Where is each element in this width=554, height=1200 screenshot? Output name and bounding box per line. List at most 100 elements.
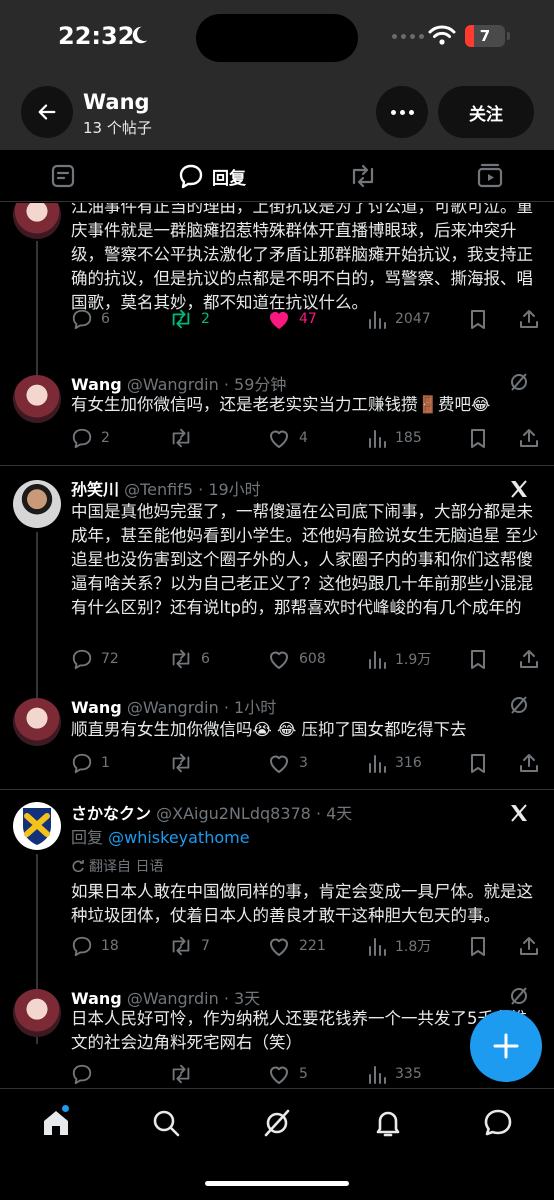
retweet-button[interactable]: [169, 427, 193, 449]
heart-icon: [270, 312, 288, 329]
author-name[interactable]: さかなクン: [71, 804, 151, 823]
share-button[interactable]: [518, 308, 540, 330]
tab-replies[interactable]: 回复: [178, 162, 246, 190]
share-button[interactable]: [518, 935, 540, 957]
share-button[interactable]: [518, 648, 540, 670]
author-name[interactable]: Wang: [71, 989, 122, 1008]
bookmark-button[interactable]: [468, 427, 488, 449]
bell-icon[interactable]: [372, 1107, 404, 1139]
tab-reposts[interactable]: [348, 162, 378, 190]
back-button[interactable]: [21, 86, 73, 138]
author-handle[interactable]: @Tenfif5: [124, 480, 193, 499]
avatar[interactable]: [13, 989, 61, 1037]
wifi-icon: [428, 25, 456, 45]
avatar[interactable]: [13, 802, 61, 850]
reply-button[interactable]: 1: [71, 752, 110, 774]
bookmark-button[interactable]: [468, 648, 488, 670]
tab-media[interactable]: [476, 162, 504, 190]
views-button[interactable]: 1.8万: [367, 935, 431, 957]
share-icon: [520, 429, 538, 447]
avatar[interactable]: [13, 480, 61, 528]
reply-icon: [72, 649, 92, 670]
view-count: 185: [395, 430, 422, 446]
view-count: 2047: [395, 311, 431, 327]
author-handle[interactable]: @Wangrdin: [127, 989, 219, 1008]
view-count: 335: [395, 1066, 422, 1082]
grok-icon[interactable]: [508, 694, 530, 716]
like-button[interactable]: 47: [267, 308, 317, 330]
heart-icon: [270, 938, 288, 956]
like-button[interactable]: 5: [267, 1063, 308, 1085]
retweet-count: 7: [201, 938, 210, 954]
views-button[interactable]: 1.9万: [367, 648, 431, 670]
home-notification-dot: [62, 1105, 69, 1112]
reply-button[interactable]: [71, 1063, 93, 1085]
follow-button[interactable]: 关注: [438, 86, 534, 138]
avatar[interactable]: [13, 375, 61, 423]
retweet-button[interactable]: 2: [169, 308, 210, 330]
avatar[interactable]: [13, 698, 61, 746]
author-handle[interactable]: @Wangrdin: [127, 375, 219, 394]
reply-button[interactable]: 6: [71, 308, 110, 330]
views-button[interactable]: 185: [367, 427, 422, 449]
like-button[interactable]: 221: [267, 935, 326, 957]
tweet-text: 顺直男有女生加你微信吗😭 😂 压抑了国女都吃得下去: [71, 720, 467, 739]
views-button[interactable]: 335: [367, 1063, 422, 1085]
author-name[interactable]: Wang: [71, 375, 122, 394]
retweet-icon: [172, 753, 190, 773]
more-button[interactable]: [376, 86, 428, 138]
grok-icon[interactable]: [508, 985, 530, 1007]
author-handle[interactable]: @Wangrdin: [127, 698, 219, 717]
grok-icon[interactable]: [508, 371, 530, 393]
message-icon[interactable]: [482, 1107, 514, 1139]
retweet-count: 6: [201, 651, 210, 667]
translation-note[interactable]: 翻译自 日语: [71, 856, 163, 876]
bookmark-button[interactable]: [468, 752, 488, 774]
tweet-text: 如果日本人敢在中国做同样的事，肯定会变成一具尸体。就是这种垃圾团体，仗着日本人的…: [71, 882, 533, 925]
author-handle[interactable]: @XAigu2NLdq8378: [156, 804, 311, 823]
avatar[interactable]: [13, 203, 61, 239]
like-button[interactable]: 608: [267, 648, 326, 670]
views-icon: [369, 1066, 386, 1084]
tweet-meta: Wang @Wangrdin · 3天: [71, 989, 261, 1008]
home-icon[interactable]: [40, 1107, 72, 1139]
reply-button[interactable]: 72: [71, 648, 119, 670]
retweet-button[interactable]: 6: [169, 648, 210, 670]
views-icon: [369, 651, 386, 669]
reply-button[interactable]: 2: [71, 427, 110, 449]
replies-feed[interactable]: 江油事件有正当的理由，上街抗议是为了讨公道，可歌可泣。重庆事件就是一群脑瘫招惹特…: [0, 203, 554, 1088]
share-button[interactable]: [518, 427, 540, 449]
retweet-button[interactable]: 7: [169, 935, 210, 957]
tweet-actions: 72 6 608 1.9万: [71, 648, 541, 672]
like-button[interactable]: 3: [267, 752, 308, 774]
views-button[interactable]: 316: [367, 752, 422, 774]
signal-icon: [392, 34, 424, 39]
retweet-button[interactable]: [169, 752, 193, 774]
like-button[interactable]: 4: [267, 427, 308, 449]
tab-posts[interactable]: [50, 162, 76, 190]
author-name[interactable]: Wang: [71, 698, 122, 717]
post-count: 13 个帖子: [83, 119, 152, 137]
bookmark-button[interactable]: [468, 308, 488, 330]
like-count: 47: [299, 311, 317, 327]
retweet-icon: [172, 1064, 190, 1084]
bookmark-button[interactable]: [468, 935, 488, 957]
moon-icon: [132, 26, 148, 44]
compose-button[interactable]: [470, 1010, 542, 1082]
status-bar: 22:32 7: [0, 0, 554, 76]
tweet-meta: Wang @Wangrdin · 59分钟: [71, 375, 287, 394]
tweet-meta: 孙笑川 @Tenfif5 · 19小时: [71, 480, 261, 499]
author-name[interactable]: 孙笑川: [71, 480, 119, 499]
reply-mention-link[interactable]: @whiskeyathome: [108, 828, 249, 847]
reply-count: 2: [101, 430, 110, 446]
retweet-button[interactable]: [169, 1063, 193, 1085]
grok-icon[interactable]: [261, 1107, 293, 1139]
reply-count: 72: [101, 651, 119, 667]
share-button[interactable]: [518, 752, 540, 774]
tweet-text: 有女生加你微信吗，还是老老实实当力工赚钱攒🚪费吧😂: [71, 395, 491, 414]
views-button[interactable]: 2047: [367, 308, 431, 330]
bottom-navigation: [0, 1088, 554, 1200]
reply-icon: [72, 1064, 92, 1085]
reply-button[interactable]: 18: [71, 935, 119, 957]
search-icon[interactable]: [150, 1107, 182, 1139]
